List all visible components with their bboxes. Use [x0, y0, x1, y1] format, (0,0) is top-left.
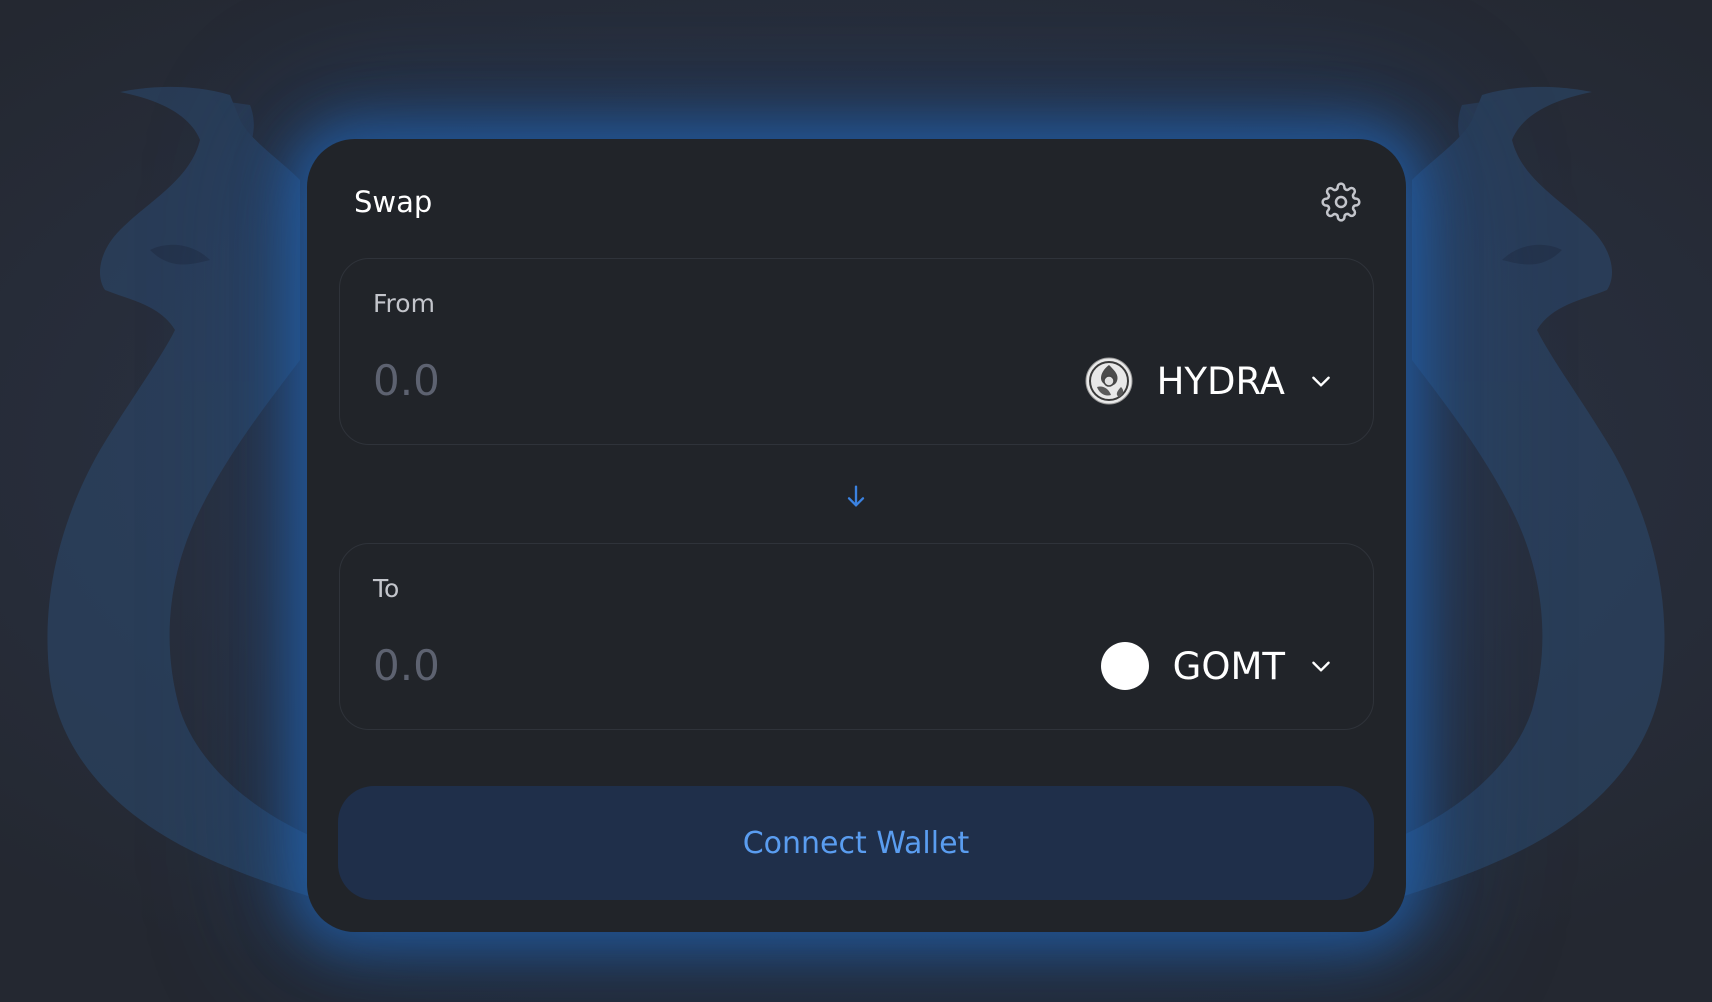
- swap-title: Swap: [354, 185, 433, 219]
- hydra-token-icon: [1085, 357, 1133, 405]
- from-label: From: [373, 289, 435, 318]
- swap-header: Swap: [354, 179, 1361, 225]
- gear-icon[interactable]: [1319, 180, 1363, 224]
- connect-wallet-button[interactable]: Connect Wallet: [338, 786, 1374, 900]
- swap-card: Swap From HYDRA: [307, 139, 1406, 932]
- from-token-symbol: HYDRA: [1156, 359, 1285, 403]
- to-panel: To GOMT: [339, 543, 1374, 730]
- from-token-select[interactable]: HYDRA: [1085, 355, 1335, 407]
- to-amount-input[interactable]: [373, 636, 933, 694]
- to-token-select[interactable]: GOMT: [1100, 640, 1335, 692]
- chevron-down-icon: [1307, 367, 1335, 395]
- to-token-symbol: GOMT: [1172, 644, 1285, 688]
- arrow-down-icon[interactable]: [836, 476, 876, 516]
- from-panel: From HYDRA: [339, 258, 1374, 445]
- gomt-token-icon: [1100, 642, 1149, 690]
- from-amount-input[interactable]: [373, 351, 933, 409]
- chevron-down-icon: [1307, 652, 1335, 680]
- to-label: To: [373, 574, 400, 603]
